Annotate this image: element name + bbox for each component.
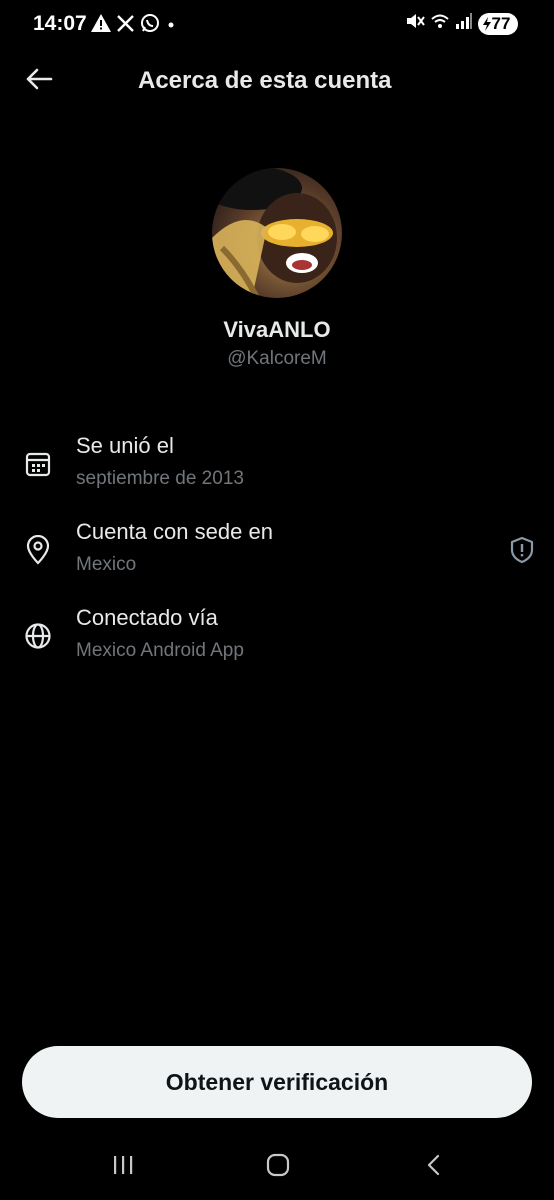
avatar[interactable] xyxy=(212,168,342,298)
warning-icon xyxy=(91,14,111,37)
wifi-icon xyxy=(430,12,450,35)
battery-level: 77 xyxy=(491,13,511,33)
status-bar: 14:07 77 xyxy=(0,0,554,50)
info-title: Conectado vía xyxy=(76,605,218,630)
info-row-joined: Se unió el septiembre de 2013 xyxy=(0,433,554,503)
header: Acerca de esta cuenta xyxy=(0,52,554,110)
battery-icon: 77 xyxy=(478,12,518,35)
info-title: Cuenta con sede en xyxy=(76,519,273,544)
info-value: Mexico Android App xyxy=(76,640,244,661)
navigation-bar xyxy=(0,1135,554,1200)
mute-icon xyxy=(405,12,425,35)
handle: @KalcoreM xyxy=(227,348,327,369)
location-pin-icon xyxy=(23,535,53,565)
info-title: Se unió el xyxy=(76,433,174,458)
recents-button[interactable] xyxy=(103,1149,143,1185)
x-logo-icon xyxy=(117,14,134,37)
status-time: 14:07 xyxy=(33,12,87,35)
page-title: Acerca de esta cuenta xyxy=(138,67,392,94)
globe-icon xyxy=(23,621,53,651)
back-nav-button[interactable] xyxy=(414,1149,454,1185)
info-row-location: Cuenta con sede en Mexico xyxy=(0,519,554,589)
home-icon xyxy=(265,1153,291,1182)
dot-icon xyxy=(166,17,176,35)
whatsapp-icon xyxy=(140,13,160,38)
get-verified-button[interactable]: Obtener verificación xyxy=(22,1046,532,1118)
shield-icon[interactable] xyxy=(508,535,536,565)
signal-icon xyxy=(455,12,473,35)
calendar-icon xyxy=(23,449,53,479)
back-button[interactable] xyxy=(20,64,58,98)
display-name: VivaANLO xyxy=(223,317,331,342)
arrow-left-icon xyxy=(25,67,53,96)
info-value: septiembre de 2013 xyxy=(76,468,244,489)
home-button[interactable] xyxy=(258,1149,298,1185)
recents-icon xyxy=(111,1154,135,1181)
info-row-connected: Conectado vía Mexico Android App xyxy=(0,605,554,675)
status-left-icons xyxy=(91,13,176,38)
back-icon xyxy=(424,1153,444,1182)
status-right-icons: 77 xyxy=(405,12,518,35)
info-value: Mexico xyxy=(76,554,137,575)
